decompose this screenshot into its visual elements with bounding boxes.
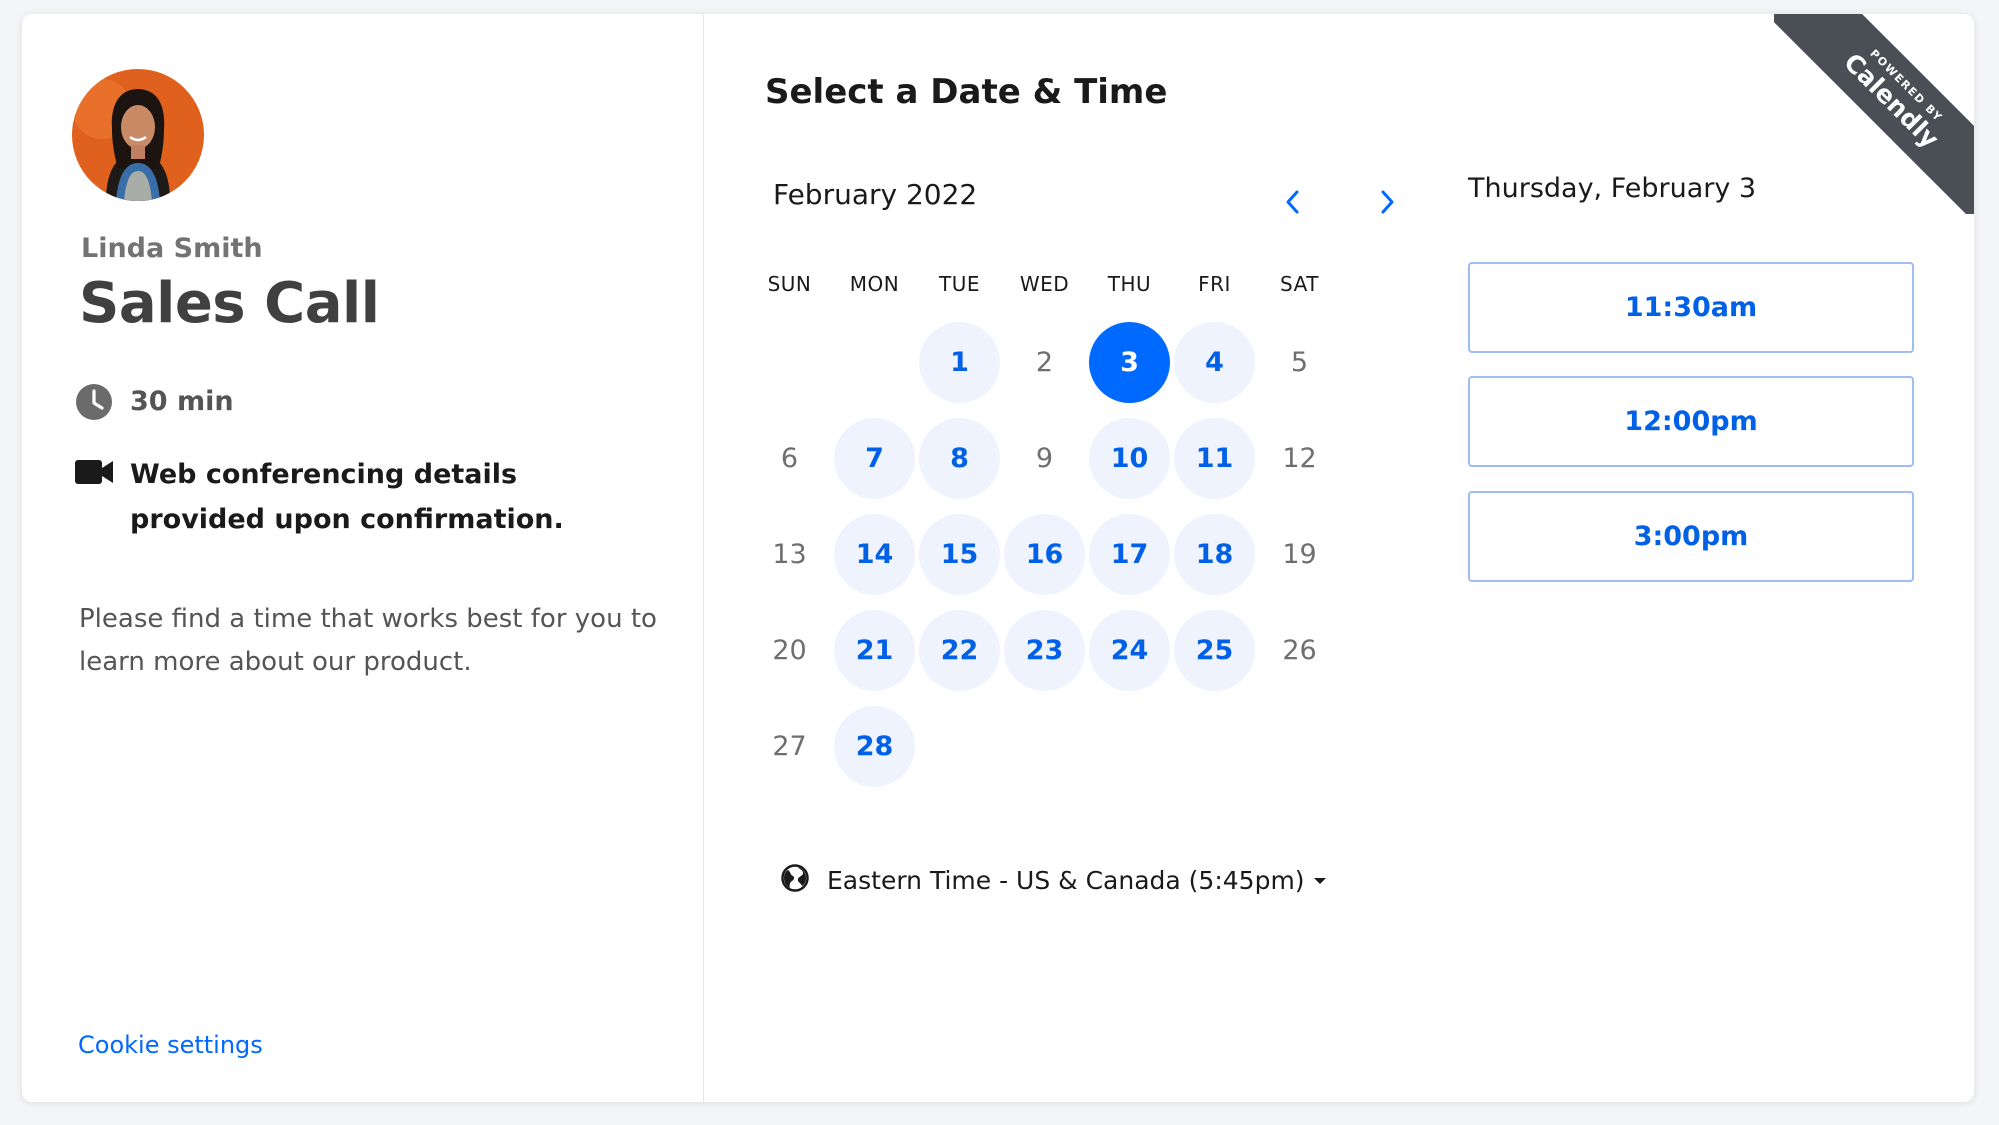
calendar-day: 5 — [1290, 346, 1309, 378]
calendar-cell: 1 — [917, 314, 1002, 410]
weekday-label: SAT — [1280, 272, 1319, 296]
calendar-cell: 2 — [1002, 314, 1087, 410]
calendar-cell: 13 — [747, 506, 832, 602]
calendar-cell: 8 — [917, 410, 1002, 506]
calendar-cell: 6 — [747, 410, 832, 506]
weekday-label: TUE — [939, 272, 980, 296]
calendar-cell: 17 — [1087, 506, 1172, 602]
cookie-settings-link[interactable]: Cookie settings — [78, 1031, 263, 1059]
calendar-cell: 16 — [1002, 506, 1087, 602]
timezone-label: Eastern Time - US & Canada (5:45pm) — [827, 865, 1305, 895]
calendar-cell — [747, 314, 832, 410]
video-camera-icon — [74, 452, 114, 492]
conferencing-label: Web conferencing details provided upon c… — [130, 459, 564, 535]
calendar-day: 9 — [1035, 442, 1054, 474]
calendar-cell: 10 — [1087, 410, 1172, 506]
duration-label: 30 min — [130, 386, 234, 417]
calendar-cell: 18 — [1172, 506, 1257, 602]
scheduling-card: Linda Smith Sales Call 30 min Web confer… — [22, 14, 1974, 1102]
calendar-cell: 7 — [832, 410, 917, 506]
calendar-day: 12 — [1282, 442, 1317, 474]
selected-date-label: Thursday, February 3 — [1468, 173, 1757, 204]
chevron-left-icon — [1285, 189, 1301, 219]
weekday-label: SUN — [767, 272, 812, 296]
globe-icon — [781, 864, 809, 896]
calendar-cell: 26 — [1257, 602, 1342, 698]
calendar-day[interactable]: 23 — [1004, 609, 1085, 691]
calendar-cell: 12 — [1257, 410, 1342, 506]
powered-by-ribbon[interactable]: POWERED BY Calendly — [1774, 14, 1974, 214]
calendar-cell: 25 — [1172, 602, 1257, 698]
calendar-day[interactable]: 8 — [919, 417, 1000, 499]
scheduler-panel: Select a Date & Time February 2022 SUN M… — [703, 14, 1974, 1102]
calendar-cell: 21 — [832, 602, 917, 698]
calendar-day[interactable]: 1 — [919, 321, 1000, 403]
time-slot-button[interactable]: 3:00pm — [1468, 491, 1914, 582]
weekday-label: WED — [1019, 272, 1070, 296]
calendar-day[interactable]: 25 — [1174, 609, 1255, 691]
calendar-cell: 5 — [1257, 314, 1342, 410]
calendar-day: 26 — [1282, 634, 1317, 666]
calendar-cell: 24 — [1087, 602, 1172, 698]
host-name: Linda Smith — [81, 233, 263, 264]
calendar-cell: 15 — [917, 506, 1002, 602]
time-slot-button[interactable]: 11:30am — [1468, 262, 1914, 353]
calendar-cell: 23 — [1002, 602, 1087, 698]
calendar-day: 19 — [1282, 538, 1317, 570]
calendar-day[interactable]: 21 — [834, 609, 915, 691]
calendar-day[interactable]: 14 — [834, 513, 915, 595]
next-month-button[interactable] — [1367, 184, 1407, 224]
calendar-cell: 27 — [747, 698, 832, 794]
calendar-day[interactable]: 7 — [834, 417, 915, 499]
calendar-day[interactable]: 15 — [919, 513, 1000, 595]
calendar-cell: 11 — [1172, 410, 1257, 506]
timezone-selector[interactable]: Eastern Time - US & Canada (5:45pm) — [781, 864, 1327, 896]
calendar-day: 20 — [772, 634, 807, 666]
powered-by-badge[interactable]: POWERED BY Calendly — [1774, 14, 1974, 214]
calendar-day: 27 — [772, 730, 807, 762]
month-label: February 2022 — [773, 178, 978, 211]
calendar-day: 2 — [1035, 346, 1054, 378]
prev-month-button[interactable] — [1273, 184, 1313, 224]
calendar-cell: 19 — [1257, 506, 1342, 602]
calendar-day[interactable]: 28 — [834, 705, 915, 787]
calendar-cell: 20 — [747, 602, 832, 698]
calendar-cell: 4 — [1172, 314, 1257, 410]
calendar-grid: 1 2 3 4 5 6 7 8 9 10 11 12 13 14 15 16 17 18 19 20 21 22 23 24 2… — [747, 314, 1342, 794]
caret-down-icon — [1313, 871, 1327, 890]
weekday-label: MON — [849, 272, 900, 296]
calendar-day[interactable]: 17 — [1089, 513, 1170, 595]
calendar-day[interactable]: 11 — [1174, 417, 1255, 499]
calendar-day: 13 — [772, 538, 807, 570]
calendar-cell — [832, 314, 917, 410]
calendar-day[interactable]: 10 — [1089, 417, 1170, 499]
event-description: Please find a time that works best for y… — [79, 604, 657, 677]
event-conferencing: Web conferencing details provided upon c… — [74, 452, 650, 542]
calendar-day: 6 — [780, 442, 799, 474]
calendar-cell: 9 — [1002, 410, 1087, 506]
calendar-day[interactable]: 24 — [1089, 609, 1170, 691]
clock-icon — [74, 382, 114, 422]
time-slot-button[interactable]: 12:00pm — [1468, 376, 1914, 467]
event-duration: 30 min — [74, 382, 234, 422]
calendar-day[interactable]: 22 — [919, 609, 1000, 691]
calendar-day[interactable]: 16 — [1004, 513, 1085, 595]
weekday-header: SUN MON TUE WED THU FRI SAT — [747, 272, 1342, 296]
event-title: Sales Call — [79, 271, 380, 336]
chevron-right-icon — [1379, 189, 1395, 219]
weekday-label: FRI — [1198, 272, 1231, 296]
calendar-cell: 14 — [832, 506, 917, 602]
calendar-cell: 3 — [1087, 314, 1172, 410]
event-details-panel: Linda Smith Sales Call 30 min Web confer… — [22, 14, 704, 1102]
weekday-label: THU — [1107, 272, 1152, 296]
calendar-day[interactable]: 18 — [1174, 513, 1255, 595]
calendar-cell: 28 — [832, 698, 917, 794]
calendar-day-selected[interactable]: 3 — [1089, 321, 1170, 403]
calendar-cell: 22 — [917, 602, 1002, 698]
calendar-day[interactable]: 4 — [1174, 321, 1255, 403]
host-avatar — [72, 69, 204, 201]
scheduler-heading: Select a Date & Time — [765, 72, 1168, 112]
